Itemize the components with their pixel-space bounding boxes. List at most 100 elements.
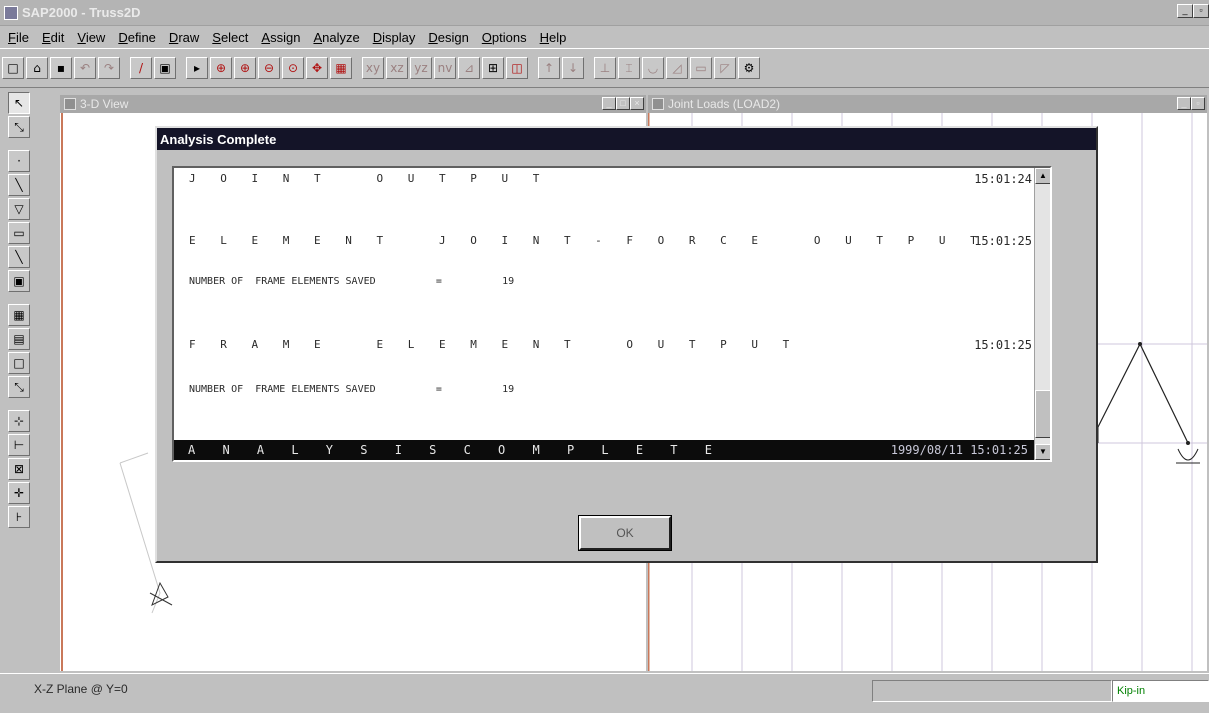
show-table-icon[interactable]: ▭ <box>690 57 712 79</box>
analysis-output-log[interactable]: J O I N T O U T P U T 15:01:24 E L E M E… <box>172 166 1052 462</box>
snap-lines-icon[interactable]: ⊦ <box>8 506 30 528</box>
scroll-up-icon[interactable]: ▲ <box>1035 168 1050 184</box>
settings-gear-icon[interactable]: ⚙ <box>738 57 760 79</box>
minimize-icon[interactable]: _ <box>602 97 616 110</box>
joint-icon[interactable]: · <box>8 150 30 172</box>
set-elements-icon[interactable]: ⊞ <box>482 57 504 79</box>
app-title: SAP2000 - Truss2D <box>22 5 141 20</box>
view-plane-status: X-Z Plane @ Y=0 <box>34 682 128 696</box>
dialog-title[interactable]: Analysis Complete <box>157 128 1096 150</box>
redo-icon[interactable]: ↷ <box>98 57 120 79</box>
undo-icon[interactable]: ↶ <box>74 57 96 79</box>
minimize-icon[interactable]: _ <box>1177 4 1193 18</box>
analysis-complete-dialog: Analysis Complete J O I N T O U T P U T … <box>155 126 1098 563</box>
view-xy-icon[interactable]: xy <box>362 57 384 79</box>
shell-icon[interactable]: ▽ <box>8 198 30 220</box>
window-icon <box>64 98 76 110</box>
restore-icon[interactable]: ▫ <box>1193 4 1209 18</box>
menu-draw[interactable]: Draw <box>169 30 199 45</box>
lock-icon[interactable]: ▣ <box>154 57 176 79</box>
show-stress-icon[interactable]: ◿ <box>666 57 688 79</box>
window-joint-loads-title: Joint Loads (LOAD2) <box>668 97 781 111</box>
save-icon[interactable]: ▪ <box>50 57 72 79</box>
new-file-icon[interactable]: □ <box>2 57 24 79</box>
support-pin-icon <box>149 581 173 607</box>
main-toolbar: □ ⌂ ▪ ↶ ↷ / ▣ ▸ ⊕ ⊕ ⊖ ⊙ ✥ ▦ xy xz yz nv … <box>0 48 1209 88</box>
view-nv-icon[interactable]: nv <box>434 57 456 79</box>
menu-display[interactable]: Display <box>373 30 416 45</box>
quick-frame-icon[interactable]: ╲ <box>8 246 30 268</box>
window-joint-loads-controls: _ ▫ <box>1177 97 1205 110</box>
refresh-icon[interactable]: / <box>130 57 152 79</box>
get-previous-icon[interactable]: ▤ <box>8 328 30 350</box>
scroll-thumb[interactable] <box>1035 390 1050 438</box>
log-line-frame-element-output: F R A M E E L E M E N T O U T P U T <box>189 338 799 351</box>
view-xz-icon[interactable]: xz <box>386 57 408 79</box>
log-line-joint-output: J O I N T O U T P U T <box>189 172 549 185</box>
zoom-out-icon[interactable]: ⊖ <box>258 57 280 79</box>
open-folder-icon[interactable]: ⌂ <box>26 57 48 79</box>
quick-shell-icon[interactable]: ▣ <box>8 270 30 292</box>
log-scrollbar[interactable]: ▲ ▼ <box>1034 168 1050 460</box>
show-forces-icon[interactable]: ⌶ <box>618 57 640 79</box>
run-analysis-icon[interactable]: ▸ <box>186 57 208 79</box>
ok-button[interactable]: OK <box>578 515 672 551</box>
units-selector[interactable]: Kip-in <box>1112 680 1209 702</box>
snap-intersect-icon[interactable]: ⊠ <box>8 458 30 480</box>
display-options-icon[interactable]: ◫ <box>506 57 528 79</box>
zoom-restore-icon[interactable]: ⊙ <box>282 57 304 79</box>
menu-view[interactable]: View <box>77 30 105 45</box>
zoom-window-icon[interactable]: ⊕ <box>210 57 232 79</box>
app-window-controls: _ ▫ <box>1177 4 1209 18</box>
menu-select[interactable]: Select <box>212 30 248 45</box>
clear-selection-icon[interactable]: □ <box>8 352 30 374</box>
scroll-down-icon[interactable]: ▼ <box>1035 444 1050 460</box>
log-time-joint-output: 15:01:24 <box>974 172 1032 186</box>
frame-icon[interactable]: ╲ <box>8 174 30 196</box>
pan-icon[interactable]: ✥ <box>306 57 328 79</box>
intersecting-line-icon[interactable]: ⤡ <box>8 376 30 398</box>
menu-bar: File Edit View Define Draw Select Assign… <box>0 26 1209 48</box>
analysis-complete-date: 1999/08/11 15:01:25 <box>890 443 1028 457</box>
window-icon <box>652 98 664 110</box>
analysis-complete-strip: A N A L Y S I S C O M P L E T E 1999/08/… <box>174 440 1034 460</box>
reshape-icon[interactable]: ⤡ <box>8 116 30 138</box>
menu-edit[interactable]: Edit <box>42 30 64 45</box>
view-3d-icon[interactable]: ▦ <box>330 57 352 79</box>
menu-help[interactable]: Help <box>540 30 567 45</box>
support-roller-icon <box>1176 448 1200 464</box>
menu-design[interactable]: Design <box>428 30 468 45</box>
select-all-icon[interactable]: ▦ <box>8 304 30 326</box>
snap-joints-icon[interactable]: ⊹ <box>8 410 30 432</box>
move-down-icon[interactable]: ↓ <box>562 57 584 79</box>
close-icon[interactable]: × <box>630 97 644 110</box>
zoom-in-icon[interactable]: ⊕ <box>234 57 256 79</box>
snap-ends-icon[interactable]: ⊢ <box>8 434 30 456</box>
snap-perpendicular-icon[interactable]: ✛ <box>8 482 30 504</box>
pointer-icon[interactable]: ↖ <box>8 92 30 114</box>
rect-shell-icon[interactable]: ▭ <box>8 222 30 244</box>
menu-options[interactable]: Options <box>482 30 527 45</box>
log-time-element-joint-force: 15:01:25 <box>974 234 1032 248</box>
show-mode-icon[interactable]: ◡ <box>642 57 664 79</box>
restore-icon[interactable]: ▫ <box>1191 97 1205 110</box>
status-bar: X-Z Plane @ Y=0 Kip-in <box>0 673 1209 713</box>
minimize-icon[interactable]: _ <box>1177 97 1191 110</box>
move-up-icon[interactable]: ↑ <box>538 57 560 79</box>
sap2000-app-icon[interactable] <box>4 5 18 20</box>
truss-members <box>1097 342 1190 445</box>
window-3d-view-titlebar[interactable]: 3-D View _ □ × <box>60 95 646 113</box>
perspective-icon[interactable]: ⊿ <box>458 57 480 79</box>
window-3d-view-title: 3-D View <box>80 97 129 111</box>
show-plot-icon[interactable]: ◸ <box>714 57 736 79</box>
menu-define[interactable]: Define <box>118 30 156 45</box>
draw-toolbar: ↖ ⤡ · ╲ ▽ ▭ ╲ ▣ ▦ ▤ □ ⤡ ⊹ ⊢ ⊠ ✛ ⊦ <box>8 92 32 528</box>
log-line-frame-elements-saved-1: NUMBER OF FRAME ELEMENTS SAVED = 19 <box>189 276 515 287</box>
view-yz-icon[interactable]: yz <box>410 57 432 79</box>
menu-analyze[interactable]: Analyze <box>313 30 359 45</box>
menu-file[interactable]: File <box>8 30 29 45</box>
menu-assign[interactable]: Assign <box>261 30 300 45</box>
show-deformed-icon[interactable]: ⊥ <box>594 57 616 79</box>
window-joint-loads-titlebar[interactable]: Joint Loads (LOAD2) _ ▫ <box>648 95 1207 113</box>
maximize-icon[interactable]: □ <box>616 97 630 110</box>
